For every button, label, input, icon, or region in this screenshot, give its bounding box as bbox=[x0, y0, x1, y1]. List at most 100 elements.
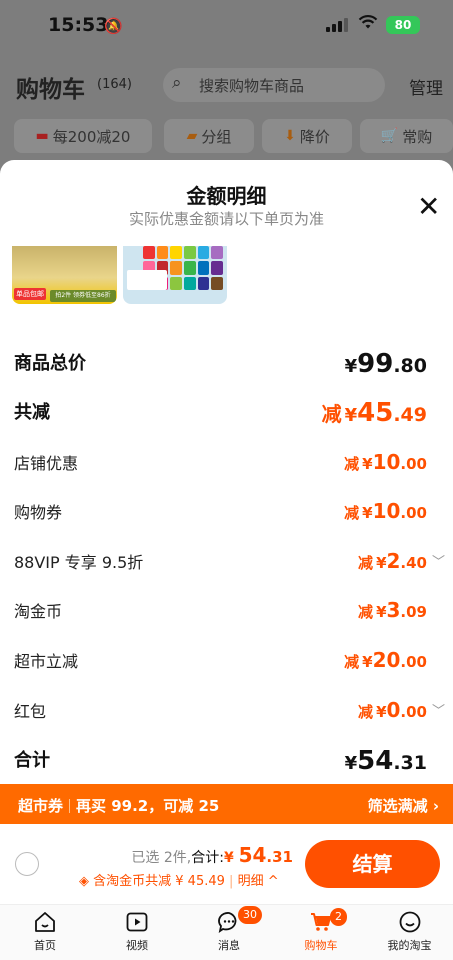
chip-price-drop[interactable]: ⬇ 降价 bbox=[262, 119, 352, 153]
cart-badge: 2 bbox=[330, 908, 347, 926]
row-red-packet[interactable]: 红包 减 ¥0.00 ﹀ bbox=[14, 698, 445, 728]
row-label: 共减 bbox=[14, 402, 50, 423]
minus-prefix: 减 bbox=[358, 554, 374, 572]
yen-sign: ¥ bbox=[223, 850, 239, 866]
minus-prefix: 减 bbox=[358, 603, 374, 621]
row-value: 减 ¥45.49 bbox=[322, 398, 427, 428]
row-value: ¥99.80 bbox=[345, 349, 427, 379]
status-time: 15:53 bbox=[48, 14, 109, 36]
banner-offer-text: 再买 99.2，可减 25 bbox=[76, 797, 220, 815]
row-store-discount: 店铺优惠 减 ¥10.00 bbox=[14, 450, 439, 480]
voucher-banner[interactable]: 超市券 再买 99.2，可减 25 筛选满减 › bbox=[0, 784, 453, 824]
amount-dec: .31 bbox=[393, 752, 427, 774]
chip-label: 分组 bbox=[201, 127, 232, 146]
chip-discount[interactable]: ▬ 每200减20 bbox=[14, 119, 152, 153]
chevron-down-icon[interactable]: ﹀ bbox=[432, 700, 445, 719]
row-value: ¥54.31 bbox=[345, 746, 427, 776]
banner-voucher-label: 超市券 bbox=[18, 797, 64, 815]
total-label: 合计: bbox=[191, 850, 224, 866]
tab-video[interactable]: 视频 bbox=[92, 906, 182, 960]
tab-home[interactable]: 首页 bbox=[0, 906, 90, 960]
cart-title: 购物车 bbox=[16, 77, 85, 103]
yen-sign: ¥ bbox=[376, 703, 387, 721]
manage-button[interactable]: 管理 bbox=[409, 74, 443, 99]
row-value: 减 ¥2.40 bbox=[358, 549, 427, 573]
amount-int: 54 bbox=[238, 843, 267, 867]
select-all-radio[interactable] bbox=[15, 852, 39, 876]
checkout-summary: 已选 2件,合计:¥ 54.31 bbox=[131, 843, 293, 867]
checkout-button[interactable]: 结算 bbox=[305, 840, 440, 888]
chip-label: 常购 bbox=[402, 127, 433, 146]
yen-sign: ¥ bbox=[376, 603, 387, 621]
tab-cart[interactable]: 购物车 bbox=[276, 906, 366, 960]
tab-label: 消息 bbox=[218, 939, 240, 952]
wifi-icon bbox=[358, 14, 378, 35]
coin-icon: ◈ bbox=[79, 874, 89, 889]
search-icon: ⌕ bbox=[172, 73, 182, 93]
video-icon bbox=[126, 912, 148, 932]
divider bbox=[69, 799, 71, 813]
minus-prefix: 减 bbox=[344, 504, 360, 522]
sheet-title: 金额明细 bbox=[186, 184, 267, 208]
mute-bell-icon: 🔕 bbox=[104, 17, 123, 35]
row-shopping-voucher: 购物券 减 ¥10.00 bbox=[14, 499, 439, 529]
tab-label: 我的淘宝 bbox=[387, 939, 432, 952]
yen-sign: ¥ bbox=[344, 405, 358, 426]
amount-int: 20 bbox=[372, 648, 401, 672]
chip-label: 降价 bbox=[299, 127, 330, 146]
thumbnail-promo: 拍2件 领券低至86折 bbox=[50, 290, 116, 302]
yen-sign: ¥ bbox=[376, 554, 387, 572]
row-label: 红包 bbox=[14, 702, 47, 721]
coupon-icon: ▬ bbox=[35, 128, 49, 144]
chip-group[interactable]: ▰ 分组 bbox=[164, 119, 254, 153]
cart-count: (164) bbox=[97, 77, 132, 92]
thumbnail-tag: 单品包邮 bbox=[14, 288, 46, 300]
tab-label: 首页 bbox=[34, 939, 56, 952]
divider: | bbox=[229, 874, 234, 889]
amount-dec: .40 bbox=[400, 554, 427, 572]
savings-line[interactable]: ◈ 含淘金币共减 ¥ 45.49 | 明细 ^ bbox=[79, 870, 279, 889]
home-icon bbox=[35, 912, 55, 932]
chevron-down-icon[interactable]: ﹀ bbox=[432, 551, 445, 570]
banner-left: 超市券 再买 99.2，可减 25 bbox=[18, 795, 219, 816]
detail-toggle[interactable]: 明细 ^ bbox=[238, 874, 279, 889]
row-grand-total: 合计 ¥54.31 bbox=[14, 746, 439, 776]
savings-text: 含淘金币共减 ¥ 45.49 bbox=[93, 874, 225, 889]
yen-sign: ¥ bbox=[362, 455, 373, 473]
yen-sign: ¥ bbox=[362, 504, 373, 522]
minus-prefix: 减 bbox=[344, 455, 360, 473]
amount-int: 3 bbox=[386, 598, 401, 622]
minus-prefix: 减 bbox=[321, 402, 342, 426]
row-label: 88VIP 专享 9.5折 bbox=[14, 553, 144, 572]
tab-my-taobao[interactable]: 我的淘宝 bbox=[366, 906, 453, 960]
row-label: 淘金币 bbox=[14, 602, 63, 621]
row-supermarket-discount: 超市立减 减 ¥20.00 bbox=[14, 648, 439, 678]
chip-frequent[interactable]: 🛒 常购 bbox=[360, 119, 453, 153]
down-arrow-icon: ⬇ bbox=[284, 128, 296, 144]
product-thumbnail[interactable]: 单品包邮 拍2件 领券低至86折 bbox=[12, 246, 117, 304]
row-vip-discount[interactable]: 88VIP 专享 9.5折 减 ¥2.40 ﹀ bbox=[14, 549, 445, 579]
cart-icon: 🛒 bbox=[380, 128, 399, 144]
amount-dec: .80 bbox=[393, 355, 427, 377]
minus-prefix: 减 bbox=[358, 703, 374, 721]
amount-int: 10 bbox=[372, 450, 401, 474]
row-value: 减 ¥20.00 bbox=[344, 648, 427, 672]
amount-int: 10 bbox=[372, 499, 401, 523]
row-value: 减 ¥3.09 bbox=[358, 598, 427, 622]
amount-int: 0 bbox=[386, 698, 401, 722]
amount-dec: .49 bbox=[393, 404, 427, 426]
row-value: 减 ¥10.00 bbox=[344, 499, 427, 523]
close-icon[interactable]: ✕ bbox=[417, 193, 440, 221]
tab-label: 视频 bbox=[126, 939, 148, 952]
amount-dec: .00 bbox=[400, 504, 427, 522]
amount-int: 54 bbox=[357, 746, 394, 776]
yen-sign: ¥ bbox=[344, 356, 358, 377]
product-thumbnail[interactable] bbox=[123, 246, 227, 304]
message-badge: 30 bbox=[238, 906, 262, 924]
amount-dec: .31 bbox=[266, 848, 293, 866]
filter-full-reduction-link[interactable]: 筛选满减 › bbox=[368, 795, 439, 816]
amount-dec: .00 bbox=[400, 703, 427, 721]
sheet-subtitle: 实际优惠金额请以下单页为准 bbox=[128, 210, 324, 228]
selected-count: 已选 2件, bbox=[131, 850, 192, 866]
amount-int: 2 bbox=[386, 549, 401, 573]
